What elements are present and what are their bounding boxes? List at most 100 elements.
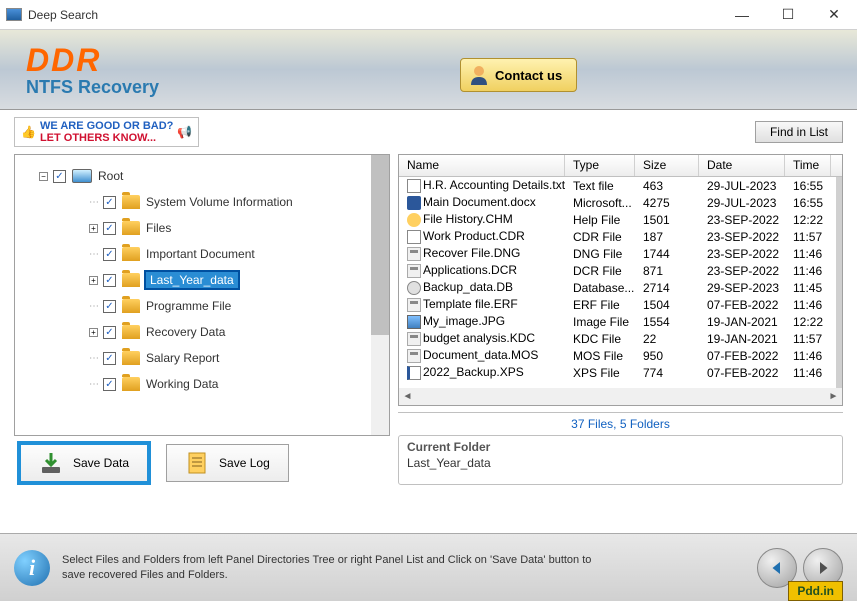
file-icon [407,349,421,363]
folder-icon [122,221,140,235]
header-type[interactable]: Type [565,155,635,176]
list-body[interactable]: H.R. Accounting Details.txtText file4632… [399,177,842,405]
file-icon [407,298,421,312]
scroll-right-arrow[interactable]: ► [825,388,842,405]
checkbox[interactable]: ✓ [103,248,116,261]
drive-icon [72,169,92,183]
file-row[interactable]: File History.CHMHelp File150123-SEP-2022… [399,211,842,228]
list-scrollbar-vertical[interactable] [836,177,842,388]
file-row[interactable]: Recover File.DNGDNG File174423-SEP-20221… [399,245,842,262]
tree-scrollbar[interactable] [371,155,389,435]
file-icon [407,179,421,193]
folder-icon [122,247,140,261]
tree-label: Working Data [146,377,218,391]
back-arrow-icon [768,559,786,577]
list-scrollbar-horizontal[interactable]: ◄ ► [399,388,842,405]
file-summary: 37 Files, 5 Folders [398,412,843,433]
file-icon [407,264,421,278]
header-date[interactable]: Date [699,155,785,176]
file-row[interactable]: H.R. Accounting Details.txtText file4632… [399,177,842,194]
current-folder-name: Last_Year_data [407,456,834,470]
close-button[interactable]: ✕ [811,0,857,30]
tree-label: Last_Year_data [146,272,238,288]
checkbox[interactable]: ✓ [103,352,116,365]
left-panel: − ✓ Root ⋯✓System Volume Information+✓Fi… [14,154,390,523]
find-in-list-button[interactable]: Find in List [755,121,843,143]
checkbox[interactable]: ✓ [103,326,116,339]
checkbox[interactable]: ✓ [103,300,116,313]
save-log-icon [185,451,209,475]
header-name[interactable]: Name [399,155,565,176]
tree-node[interactable]: + ✓ Recovery Data [19,319,385,345]
maximize-button[interactable]: ☐ [765,0,811,30]
info-icon: i [14,550,50,586]
forward-arrow-icon [814,559,832,577]
checkbox[interactable]: ✓ [103,222,116,235]
checkbox[interactable]: ✓ [103,196,116,209]
save-log-button[interactable]: Save Log [166,444,289,482]
tree-label: Recovery Data [146,325,225,339]
save-data-button[interactable]: Save Data [20,444,148,482]
tree-node[interactable]: ⋯✓ System Volume Information [19,189,385,215]
megaphone-icon: 📢 [177,125,192,139]
header-size[interactable]: Size [635,155,699,176]
file-row[interactable]: Template file.ERFERF File150407-FEB-2022… [399,296,842,313]
contact-person-icon [467,63,491,87]
tree-connector: ⋯ [89,301,103,312]
checkbox[interactable]: ✓ [103,274,116,287]
contact-us-button[interactable]: Contact us [460,58,577,92]
collapse-icon[interactable]: − [39,172,48,181]
right-panel: Name Type Size Date Time H.R. Accounting… [398,154,843,523]
brand-tag: Pdd.in [788,581,843,601]
scroll-left-arrow[interactable]: ◄ [399,388,416,405]
tree-node[interactable]: + ✓ Last_Year_data [19,267,385,293]
directory-tree[interactable]: − ✓ Root ⋯✓System Volume Information+✓Fi… [14,154,390,436]
file-icon [407,196,421,210]
folder-icon [122,273,140,287]
expand-icon[interactable]: + [89,224,98,233]
footer: i Select Files and Folders from left Pan… [0,533,857,601]
header-time[interactable]: Time [785,155,831,176]
tree-node[interactable]: + ✓ Files [19,215,385,241]
current-folder-box: Current Folder Last_Year_data [398,435,843,485]
tree-connector: ⋯ [89,197,103,208]
file-row[interactable]: budget analysis.KDCKDC File2219-JAN-2021… [399,330,842,347]
checkbox[interactable]: ✓ [103,378,116,391]
expand-icon[interactable]: + [89,328,98,337]
file-icon [407,230,421,244]
toolbar: 👍 WE ARE GOOD OR BAD? LET OTHERS KNOW...… [0,110,857,154]
minimize-button[interactable]: — [719,0,765,30]
tree-connector: ⋯ [89,249,103,260]
file-row[interactable]: Work Product.CDRCDR File18723-SEP-202211… [399,228,842,245]
window-title: Deep Search [28,8,719,22]
feedback-line1: WE ARE GOOD OR BAD? [40,120,173,132]
tree-root-node[interactable]: − ✓ Root [19,163,385,189]
folder-icon [122,325,140,339]
tree-label: System Volume Information [146,195,293,209]
file-row[interactable]: 2022_Backup.XPSXPS File77407-FEB-202211:… [399,364,842,381]
file-row[interactable]: Main Document.docxMicrosoft...427529-JUL… [399,194,842,211]
tree-node[interactable]: ⋯✓Programme File [19,293,385,319]
logo: DDR NTFS Recovery [26,42,159,98]
tree-connector: ⋯ [89,353,103,364]
file-row[interactable]: Applications.DCRDCR File87123-SEP-202211… [399,262,842,279]
contact-label: Contact us [495,68,562,83]
tree-node[interactable]: ⋯✓Working Data [19,371,385,397]
tree-node[interactable]: ⋯✓ Salary Report [19,345,385,371]
tree-label: Salary Report [146,351,219,365]
folder-icon [122,195,140,209]
file-row[interactable]: Backup_data.DBDatabase...271429-SEP-2023… [399,279,842,296]
file-list[interactable]: Name Type Size Date Time H.R. Accounting… [398,154,843,406]
tree-root-label: Root [98,169,123,183]
tree-label: Files [146,221,171,235]
folder-icon [122,377,140,391]
folder-icon [122,351,140,365]
checkbox[interactable]: ✓ [53,170,66,183]
feedback-banner[interactable]: 👍 WE ARE GOOD OR BAD? LET OTHERS KNOW...… [14,117,199,147]
titlebar: Deep Search — ☐ ✕ [0,0,857,30]
expand-icon[interactable]: + [89,276,98,285]
file-row[interactable]: My_image.JPGImage File155419-JAN-202112:… [399,313,842,330]
list-header: Name Type Size Date Time [399,155,842,177]
tree-node[interactable]: ⋯✓Important Document [19,241,385,267]
file-row[interactable]: Document_data.MOSMOS File95007-FEB-20221… [399,347,842,364]
